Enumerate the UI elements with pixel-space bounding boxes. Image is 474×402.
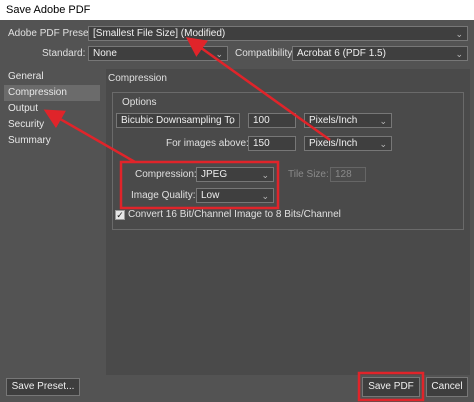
- chevron-down-icon: ⌄: [215, 49, 223, 59]
- chevron-down-icon: ⌄: [379, 116, 387, 126]
- downsampling-value: Bicubic Downsampling To: [121, 115, 235, 126]
- downsample-unit-dropdown[interactable]: Pixels/Inch ⌄: [304, 113, 392, 128]
- preset-dropdown[interactable]: [Smallest File Size] (Modified) ⌄: [88, 26, 468, 41]
- tile-size-input[interactable]: 128: [330, 167, 366, 182]
- quality-dropdown[interactable]: Low ⌄: [196, 188, 274, 203]
- checkmark-icon: ✓: [116, 210, 124, 220]
- downsample-ppi-value: 100: [253, 115, 270, 126]
- sidebar-item-output[interactable]: Output: [4, 101, 100, 117]
- above-label: For images above:: [166, 138, 249, 149]
- sidebar: General Compression Output Security Summ…: [4, 69, 100, 375]
- title-bar: Save Adobe PDF: [0, 0, 474, 20]
- downsampling-dropdown[interactable]: Bicubic Downsampling To ⌄: [116, 113, 240, 128]
- section-title: Compression: [108, 73, 167, 84]
- compatibility-dropdown[interactable]: Acrobat 6 (PDF 1.5) ⌄: [292, 46, 468, 61]
- sidebar-item-general[interactable]: General: [4, 69, 100, 85]
- compatibility-label: Compatibility:: [235, 48, 296, 59]
- chevron-down-icon: ⌄: [455, 49, 463, 59]
- sidebar-item-security[interactable]: Security: [4, 117, 100, 133]
- preset-value: [Smallest File Size] (Modified): [93, 28, 226, 39]
- save-preset-button[interactable]: Save Preset...: [6, 378, 80, 396]
- tile-size-value: 128: [335, 169, 352, 180]
- standard-label: Standard:: [42, 48, 86, 59]
- above-unit-dropdown[interactable]: Pixels/Inch ⌄: [304, 136, 392, 151]
- standard-dropdown[interactable]: None ⌄: [88, 46, 228, 61]
- window-title: Save Adobe PDF: [6, 4, 91, 16]
- tile-size-label: Tile Size:: [288, 169, 329, 180]
- chevron-down-icon: ⌄: [227, 116, 235, 126]
- downsample-unit-value: Pixels/Inch: [309, 115, 358, 126]
- compatibility-value: Acrobat 6 (PDF 1.5): [297, 48, 386, 59]
- quality-label: Image Quality:: [131, 190, 196, 201]
- chevron-down-icon: ⌄: [455, 29, 463, 39]
- chevron-down-icon: ⌄: [261, 170, 269, 180]
- sidebar-item-summary[interactable]: Summary: [4, 133, 100, 149]
- compression-value: JPEG: [201, 169, 228, 180]
- convert-checkbox[interactable]: ✓: [115, 210, 125, 220]
- downsample-ppi-input[interactable]: 100: [248, 113, 296, 128]
- above-ppi-input[interactable]: 150: [248, 136, 296, 151]
- standard-value: None: [93, 48, 117, 59]
- compression-dropdown[interactable]: JPEG ⌄: [196, 167, 274, 182]
- chevron-down-icon: ⌄: [261, 191, 269, 201]
- preset-label: Adobe PDF Preset:: [8, 28, 95, 39]
- above-unit-value: Pixels/Inch: [309, 138, 358, 149]
- sidebar-item-compression[interactable]: Compression: [4, 85, 100, 101]
- save-pdf-button[interactable]: Save PDF: [362, 377, 420, 397]
- chevron-down-icon: ⌄: [379, 139, 387, 149]
- compression-label: Compression:: [135, 169, 197, 180]
- cancel-button[interactable]: Cancel: [426, 377, 468, 397]
- convert-label: Convert 16 Bit/Channel Image to 8 Bits/C…: [128, 209, 341, 220]
- options-title: Options: [122, 97, 157, 108]
- quality-value: Low: [201, 190, 220, 201]
- above-ppi-value: 150: [253, 138, 270, 149]
